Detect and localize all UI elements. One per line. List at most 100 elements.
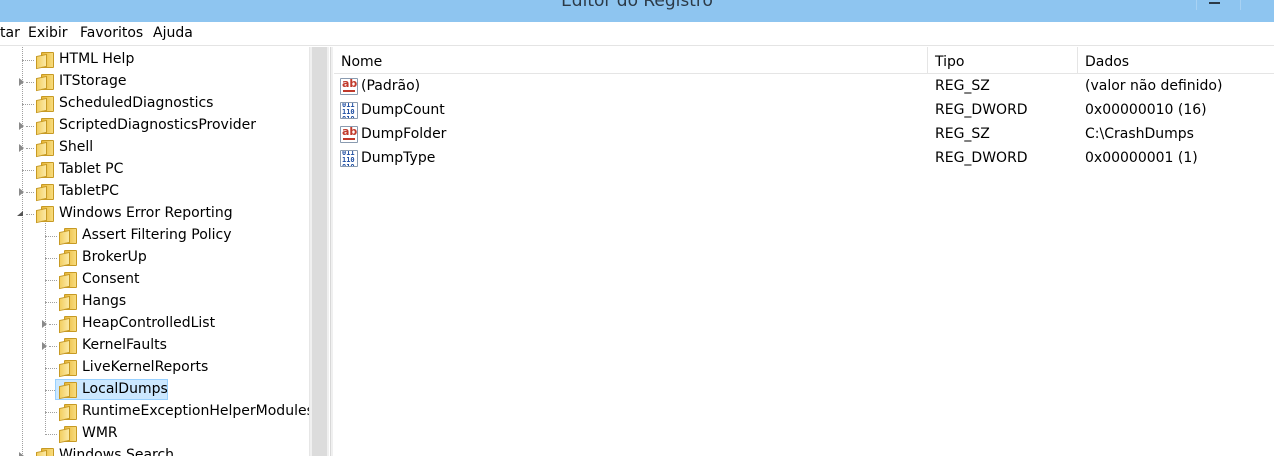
folder-icon — [36, 74, 54, 90]
window-title: Editor do Registro — [561, 0, 713, 11]
menu-ajuda[interactable]: Ajuda — [153, 25, 193, 41]
tree-item-heapcontrolledlist[interactable]: HeapControlledList — [0, 313, 309, 335]
tree-item-label: KernelFaults — [82, 337, 167, 353]
pane-splitter[interactable] — [330, 47, 333, 456]
menu-exibir[interactable]: Exibir — [28, 25, 68, 41]
folder-icon — [36, 140, 54, 156]
tree-item-brokerup[interactable]: BrokerUp — [0, 247, 309, 269]
tree-connector — [22, 104, 34, 105]
expand-arrow-icon[interactable] — [19, 188, 24, 196]
tree-item-label: ITStorage — [59, 73, 127, 89]
tree-item-tablet-pc[interactable]: Tablet PC — [0, 159, 309, 181]
tree-item-scheduleddiagnostics[interactable]: ScheduledDiagnostics — [0, 93, 309, 115]
tree-item-label: Shell — [59, 139, 94, 155]
tree-item-shell[interactable]: Shell — [0, 137, 309, 159]
value-data: 0x00000010 (16) — [1085, 102, 1207, 118]
folder-icon — [59, 316, 77, 332]
list-row-dumpfolder[interactable]: ab DumpFolder REG_SZ C:\CrashDumps — [334, 123, 1274, 147]
column-header-nome[interactable]: Nome — [334, 47, 928, 74]
tree-item-html-help[interactable]: HTML Help — [0, 49, 309, 71]
tree-connector — [45, 236, 57, 237]
list-header: Nome Tipo Dados — [334, 47, 1274, 74]
tree-item-label: RuntimeExceptionHelperModules — [82, 403, 309, 419]
value-name: DumpFolder — [361, 126, 447, 142]
value-name: DumpCount — [361, 102, 445, 118]
tree-item-windows-error-reporting[interactable]: Windows Error Reporting — [0, 203, 309, 225]
tree-connector — [26, 148, 34, 149]
tree-connector — [49, 324, 57, 325]
expand-arrow-icon[interactable] — [19, 452, 24, 456]
string-value-icon: ab — [340, 78, 358, 95]
value-type: REG_SZ — [935, 126, 990, 142]
tree-item-hangs[interactable]: Hangs — [0, 291, 309, 313]
tree-item-tabletpc[interactable]: TabletPC — [0, 181, 309, 203]
tree-connector — [26, 82, 34, 83]
tree-connector — [26, 192, 34, 193]
tree-item-scripteddiagnosticsprovider[interactable]: ScriptedDiagnosticsProvider — [0, 115, 309, 137]
tree-connector — [45, 368, 57, 369]
tree-connector — [45, 258, 57, 259]
maximize-button[interactable] — [1240, 0, 1274, 10]
tree-item-itstorage[interactable]: ITStorage — [0, 71, 309, 93]
tree-item-label: Assert Filtering Policy — [82, 227, 232, 243]
column-header-tipo[interactable]: Tipo — [928, 47, 1078, 74]
menu-bar: tar Exibir Favoritos Ajuda — [0, 22, 1274, 46]
tree-item-livekernelreports[interactable]: LiveKernelReports — [0, 357, 309, 379]
tree-item-consent[interactable]: Consent — [0, 269, 309, 291]
value-type: REG_DWORD — [935, 150, 1028, 166]
tree-item-wmr[interactable]: WMR — [0, 423, 309, 445]
expand-arrow-icon[interactable] — [42, 342, 47, 350]
list-row-dumpcount[interactable]: 011 110 010 DumpCount REG_DWORD 0x00000010… — [334, 99, 1274, 123]
folder-open-icon — [36, 206, 54, 222]
value-data: C:\CrashDumps — [1085, 126, 1194, 142]
tree-item-localdumps[interactable]: LocalDumps — [0, 379, 309, 401]
folder-icon — [59, 250, 77, 266]
tree-scrollbar[interactable] — [309, 47, 329, 456]
list-row-padrao[interactable]: ab (Padrão) REG_SZ (valor não definido) — [334, 75, 1274, 99]
folder-icon — [59, 426, 77, 442]
tree-item-label: HeapControlledList — [82, 315, 216, 331]
value-data: 0x00000001 (1) — [1085, 150, 1198, 166]
minimize-button[interactable] — [1196, 0, 1230, 10]
tree-connector — [45, 280, 57, 281]
tree-item-label: BrokerUp — [82, 249, 147, 265]
folder-icon — [36, 184, 54, 200]
tree-connector — [45, 434, 57, 435]
value-name: (Padrão) — [361, 78, 421, 94]
tree-item-label: Tablet PC — [59, 161, 124, 177]
expand-arrow-icon[interactable] — [19, 144, 24, 152]
tree-item-label: Windows Error Reporting — [59, 205, 233, 221]
folder-icon — [36, 96, 54, 112]
scrollbar-thumb[interactable] — [312, 47, 327, 456]
menu-editar[interactable]: tar — [0, 25, 20, 41]
column-header-dados[interactable]: Dados — [1078, 47, 1274, 74]
tree-item-label: HTML Help — [59, 51, 135, 67]
value-name: DumpType — [361, 150, 436, 166]
folder-icon — [59, 272, 77, 288]
tree-item-label: Consent — [82, 271, 140, 287]
binary-value-icon: 011 110 010 — [340, 102, 358, 119]
menu-favoritos[interactable]: Favoritos — [80, 25, 143, 41]
tree-item-label: ScriptedDiagnosticsProvider — [59, 117, 256, 133]
collapse-arrow-icon[interactable] — [17, 211, 23, 216]
tree-item-runtimeexceptionhelpermodules[interactable]: RuntimeExceptionHelperModules — [0, 401, 309, 423]
folder-icon — [36, 52, 54, 68]
list-row-dumptype[interactable]: 011 110 010 DumpType REG_DWORD 0x00000001 … — [334, 147, 1274, 171]
tree-item-label: Windows Search — [59, 447, 175, 456]
tree-item-kernelfaults[interactable]: KernelFaults — [0, 335, 309, 357]
expand-arrow-icon[interactable] — [42, 320, 47, 328]
tree-connector — [22, 60, 34, 61]
tree-item-label: TabletPC — [59, 183, 119, 199]
tree-item-label: WMR — [82, 425, 118, 441]
folder-icon — [59, 404, 77, 420]
folder-icon — [59, 228, 77, 244]
tree-item-label: ScheduledDiagnostics — [59, 95, 214, 111]
string-value-icon: ab — [340, 126, 358, 143]
binary-value-icon: 011 110 010 — [340, 150, 358, 167]
tree-item-windows-search[interactable]: Windows Search — [0, 445, 309, 456]
expand-arrow-icon[interactable] — [19, 122, 24, 130]
tree-connector — [26, 214, 34, 215]
value-type: REG_SZ — [935, 78, 990, 94]
tree-item-assert-filtering-policy[interactable]: Assert Filtering Policy — [0, 225, 309, 247]
expand-arrow-icon[interactable] — [19, 78, 24, 86]
